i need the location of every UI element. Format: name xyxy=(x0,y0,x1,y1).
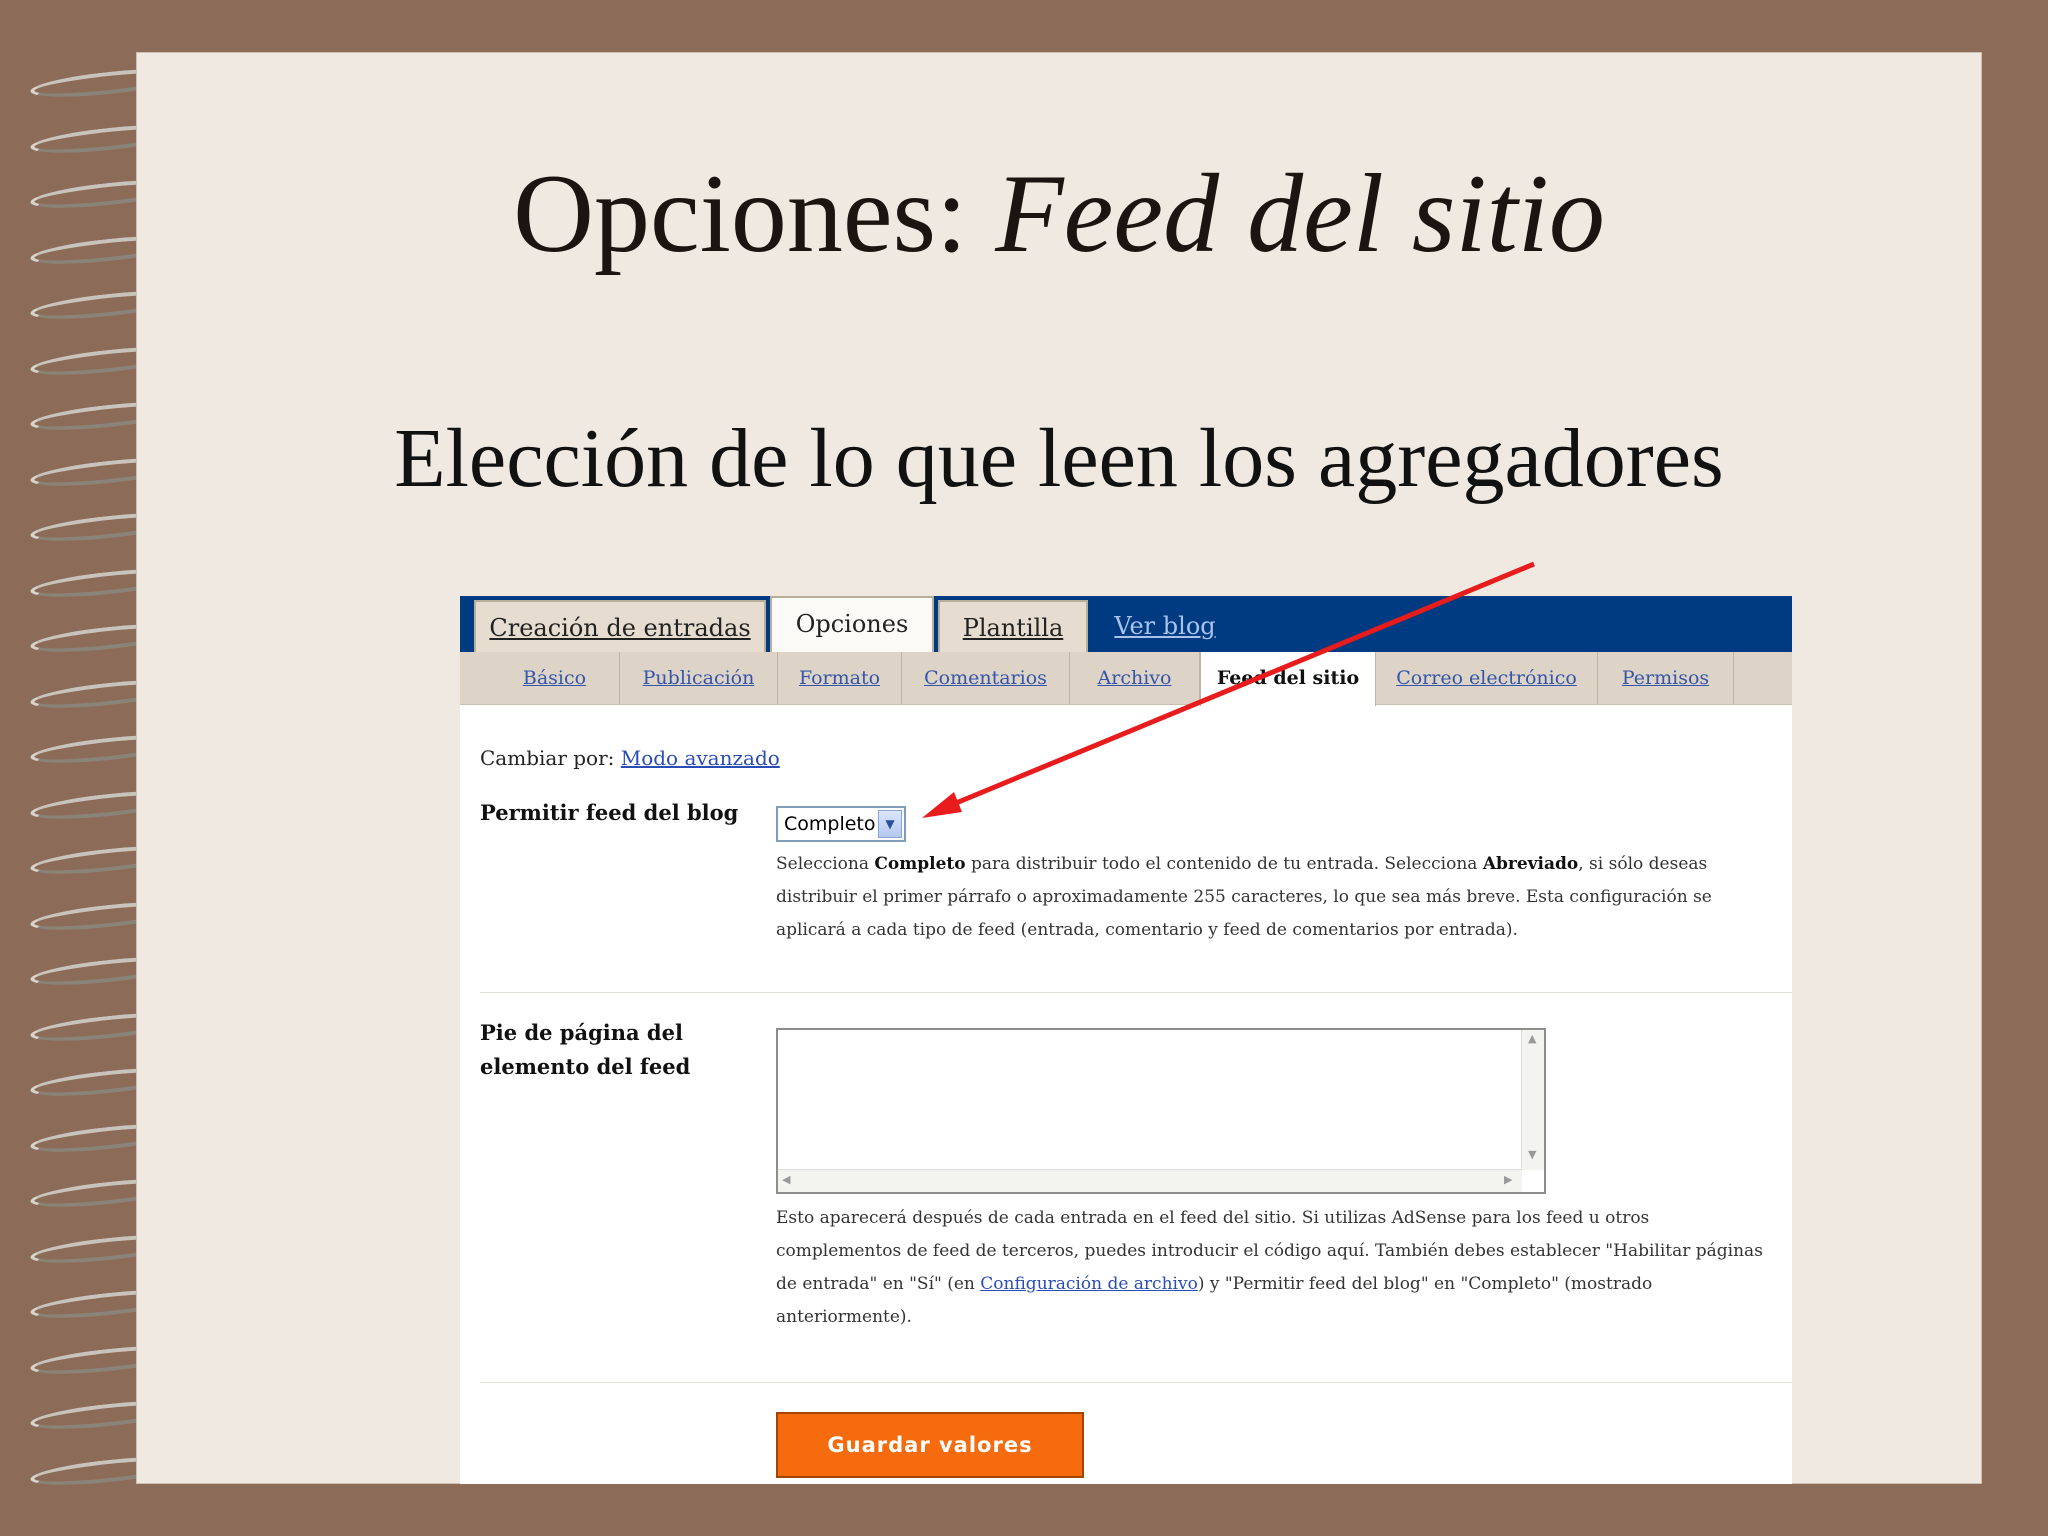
chevron-down-icon[interactable]: ▼ xyxy=(878,810,902,838)
tab-plantilla[interactable]: Plantilla xyxy=(938,600,1088,652)
feed-type-selected: Completo xyxy=(784,813,876,835)
feed-setting-help: Selecciona Completo para distribuir todo… xyxy=(776,854,1712,940)
subtab-formato[interactable]: Formato xyxy=(778,652,902,704)
tab-creacion-entradas[interactable]: Creación de entradas xyxy=(474,600,766,652)
feed-type-select[interactable]: Completo ▼ xyxy=(776,806,906,842)
feed-footer-textarea[interactable]: ▲ ▼ ◀ ▶ xyxy=(776,1028,1546,1194)
allow-feed-label: Permitir feed del blog xyxy=(480,800,739,825)
subtab-archivo[interactable]: Archivo xyxy=(1070,652,1200,704)
subtab-comentarios[interactable]: Comentarios xyxy=(902,652,1070,704)
slide-subtitle: Elección de lo que leen los agregadores xyxy=(394,412,1724,505)
section-divider xyxy=(480,1382,1792,1383)
save-settings-button[interactable]: Guardar valores xyxy=(776,1412,1084,1478)
scroll-right-icon[interactable]: ▶ xyxy=(1504,1173,1512,1186)
subtab-feed-del-sitio[interactable]: Feed del sitio xyxy=(1200,652,1376,706)
scroll-left-icon[interactable]: ◀ xyxy=(782,1173,790,1186)
blogger-settings-screenshot: Creación de entradas Opciones Plantilla … xyxy=(460,596,1792,1484)
scroll-up-icon[interactable]: ▲ xyxy=(1528,1032,1536,1045)
archive-settings-link[interactable]: Configuración de archivo xyxy=(980,1274,1198,1294)
slide-title: Opciones: Feed del sitio xyxy=(513,152,1605,276)
top-navigation: Creación de entradas Opciones Plantilla … xyxy=(460,596,1792,656)
scroll-down-icon[interactable]: ▼ xyxy=(1528,1148,1536,1161)
subtab-basico[interactable]: Básico xyxy=(490,652,620,704)
subtab-permisos[interactable]: Permisos xyxy=(1598,652,1734,704)
change-mode: Cambiar por: Modo avanzado xyxy=(480,746,780,770)
tab-opciones[interactable]: Opciones xyxy=(770,596,934,656)
sub-navigation: Básico Publicación Formato Comentarios A… xyxy=(460,652,1792,706)
section-divider xyxy=(480,992,1792,993)
vertical-scrollbar[interactable]: ▲ ▼ xyxy=(1521,1030,1544,1170)
subtab-publicacion[interactable]: Publicación xyxy=(620,652,778,704)
tab-ver-blog[interactable]: Ver blog xyxy=(1100,600,1230,652)
change-mode-prefix: Cambiar por: xyxy=(480,746,615,770)
horizontal-scrollbar[interactable]: ◀ ▶ xyxy=(778,1169,1522,1192)
feed-footer-help: Esto aparecerá después de cada entrada e… xyxy=(776,1208,1763,1327)
advanced-mode-link[interactable]: Modo avanzado xyxy=(621,746,780,770)
feed-footer-label: Pie de página del elemento del feed xyxy=(480,1020,691,1079)
slide-title-italic: Feed del sitio xyxy=(995,152,1605,276)
subtab-correo-electronico[interactable]: Correo electrónico xyxy=(1376,652,1598,704)
